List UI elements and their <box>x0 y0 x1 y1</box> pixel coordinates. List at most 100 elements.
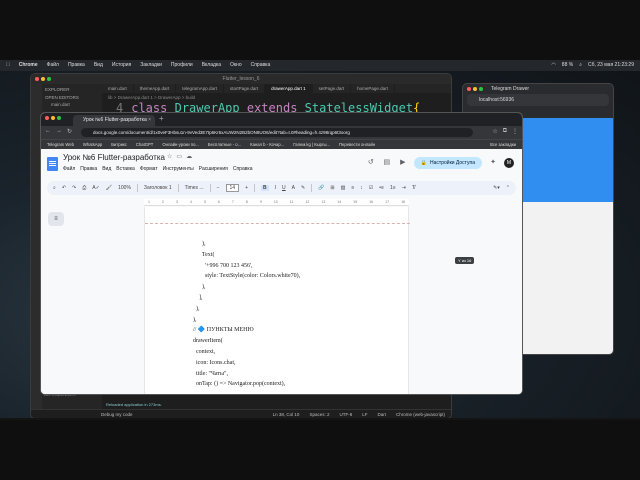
tab-main[interactable]: main.dart <box>102 84 134 93</box>
add-comment-icon[interactable]: ⊞ <box>330 185 334 191</box>
outline-toggle-button[interactable]: ≡ <box>48 212 64 226</box>
minimize-icon[interactable] <box>51 116 55 120</box>
indent-icon[interactable]: ⇥ <box>402 185 406 191</box>
status-position[interactable]: Ln 38, Col 10 <box>273 410 300 418</box>
status-language[interactable]: Dart <box>377 410 386 418</box>
underline-button[interactable]: U <box>282 185 286 191</box>
document-line[interactable]: onTap: () => Navigator.pop(context), <box>190 379 300 390</box>
explorer-file[interactable]: main.dart <box>45 102 99 107</box>
document-line[interactable]: ), <box>190 315 300 326</box>
telegram-tab-title[interactable]: Telegram Drawer <box>463 84 613 94</box>
italic-button[interactable]: I <box>275 185 276 191</box>
bullet-list-icon[interactable]: •≡ <box>379 185 384 191</box>
menu-icon[interactable]: ⋮ <box>512 128 518 135</box>
search-menus-icon[interactable]: ⌕ <box>53 185 56 191</box>
share-button[interactable]: 🔒 Настройки Доступа <box>413 157 482 169</box>
menu-view[interactable]: Вид <box>102 166 111 172</box>
document-line[interactable]: drawerItem( <box>190 336 300 347</box>
menu-history[interactable]: История <box>112 60 131 71</box>
text-color-button[interactable]: A <box>292 185 295 191</box>
document-line[interactable]: ), <box>190 282 300 293</box>
document-line[interactable]: context, <box>190 347 300 358</box>
document-line[interactable]: // 🔷 ПУНКТЫ МЕНЮ <box>190 325 300 336</box>
line-spacing-icon[interactable]: ↕ <box>360 185 363 191</box>
new-tab-icon[interactable]: + <box>159 114 164 123</box>
document-title[interactable]: Урок №6 Flutter-разработка <box>63 153 165 162</box>
menu-view[interactable]: Вид <box>94 60 103 71</box>
bookmark-star-icon[interactable]: ☆ <box>492 128 497 135</box>
bold-button[interactable]: B <box>261 185 269 191</box>
back-icon[interactable]: ← <box>45 128 51 135</box>
font-select[interactable]: Times ... <box>185 185 204 191</box>
menu-insert[interactable]: Вставка <box>116 166 135 172</box>
font-size-increase[interactable]: + <box>245 185 248 191</box>
image-icon[interactable]: ▨ <box>341 185 346 191</box>
bookmark-item[interactable]: Бесплатные - о... <box>208 140 241 149</box>
menu-format[interactable]: Формат <box>140 166 158 172</box>
docs-logo-icon[interactable] <box>47 157 58 171</box>
link-icon[interactable]: 🔗 <box>318 185 324 191</box>
status-device[interactable]: Chrome (web-javascript) <box>396 410 445 418</box>
bookmark-item[interactable]: Битрикс <box>111 140 127 149</box>
close-icon[interactable] <box>45 116 49 120</box>
document-body[interactable]: ), Text( '+996 700 123 456', style: Text… <box>190 239 300 390</box>
reload-icon[interactable]: ↻ <box>67 128 72 135</box>
close-icon[interactable] <box>35 77 39 81</box>
bookmark-item[interactable]: WhatsApp <box>83 140 102 149</box>
menu-window[interactable]: Окно <box>230 60 242 71</box>
tab-set[interactable]: setPage.dart <box>313 84 352 93</box>
menu-tools[interactable]: Инструменты <box>163 166 194 172</box>
print-icon[interactable]: ⎙ <box>82 185 86 191</box>
menu-edit[interactable]: Правка <box>68 60 85 71</box>
status-eol[interactable]: LF <box>362 410 367 418</box>
document-line[interactable]: '+996 700 123 456', <box>190 261 300 272</box>
maximize-icon[interactable] <box>47 77 51 81</box>
comment-icon[interactable]: ▤ <box>382 158 392 168</box>
menu-file[interactable]: Файл <box>63 166 75 172</box>
numbered-list-icon[interactable]: 1≡ <box>390 185 396 191</box>
document-page[interactable]: ), Text( '+996 700 123 456', style: Text… <box>144 207 410 394</box>
menu-chrome[interactable]: Chrome <box>19 60 38 71</box>
clear-format-icon[interactable]: T̸ <box>412 185 415 191</box>
tab-theme[interactable]: themeApp.dart <box>134 84 177 93</box>
clock[interactable]: Сб, 23 мая 21:23:29 <box>588 60 634 71</box>
highlight-icon[interactable]: ✎ <box>301 185 305 191</box>
bookmark-item[interactable]: Перевести онлайн <box>339 140 375 149</box>
undo-icon[interactable]: ↶ <box>62 185 66 191</box>
gemini-icon[interactable]: ✦ <box>488 158 498 168</box>
breadcrumb[interactable]: lib > DrawerApp.dart 1 > DrawerApp > bui… <box>102 93 451 101</box>
bookmark-item[interactable]: Онлайн-уроки по... <box>162 140 199 149</box>
tab-start[interactable]: startPage.dart <box>224 84 266 93</box>
menu-tab[interactable]: Вкладка <box>202 60 221 71</box>
search-icon[interactable]: ⌕ <box>579 60 582 71</box>
battery-status[interactable]: 88 % <box>562 60 573 71</box>
menu-extensions[interactable]: Расширения <box>199 166 228 172</box>
forward-icon[interactable]: → <box>56 128 62 135</box>
menu-edit[interactable]: Правка <box>80 166 97 172</box>
zoom-select[interactable]: 100% <box>118 185 131 191</box>
maximize-icon[interactable] <box>57 116 61 120</box>
bookmark-item[interactable]: Галем.kg | Кыргы... <box>293 140 330 149</box>
status-encoding[interactable]: UTF-8 <box>339 410 352 418</box>
ruler[interactable]: 1 2 3 4 5 6 7 8 9 10 11 12 13 14 15 16 17 18 <box>144 199 409 206</box>
paint-format-icon[interactable]: 🖌 <box>106 185 112 191</box>
apple-icon[interactable]:  <box>6 60 10 71</box>
all-bookmarks[interactable]: Все закладки <box>490 140 516 149</box>
debug-label[interactable]: Debug my code <box>101 410 133 418</box>
move-icon[interactable]: ▭ <box>176 153 182 160</box>
align-icon[interactable]: ≡ <box>351 185 354 191</box>
document-line[interactable]: ), <box>190 239 300 250</box>
collapse-icon[interactable]: ⌃ <box>506 185 510 191</box>
history-icon[interactable]: ↺ <box>366 158 376 168</box>
document-line[interactable]: icon: Icons.chat, <box>190 358 300 369</box>
close-tab-icon[interactable]: × <box>148 115 151 126</box>
tab-telegram[interactable]: telegramApp.dart <box>176 84 224 93</box>
bookmark-item[interactable]: Telegram Web <box>47 140 74 149</box>
menu-bookmarks[interactable]: Закладки <box>140 60 162 71</box>
document-line[interactable]: ), <box>190 304 300 315</box>
document-line[interactable]: title: "Чаты", <box>190 369 300 380</box>
menu-help[interactable]: Справка <box>251 60 271 71</box>
font-size-input[interactable]: 14 <box>225 184 240 192</box>
document-line[interactable]: style: TextStyle(color: Colors.white70), <box>190 271 300 282</box>
font-size-decrease[interactable]: − <box>217 185 220 191</box>
